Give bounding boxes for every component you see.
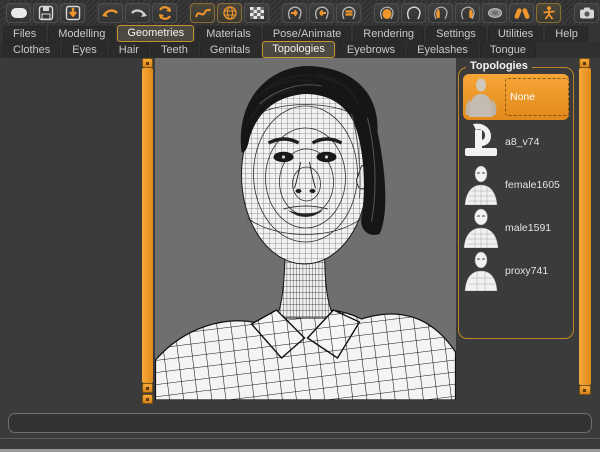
front-view-button[interactable] — [401, 3, 426, 23]
topology-item-label: a8_v74 — [505, 136, 539, 148]
redo-button[interactable] — [125, 3, 150, 23]
tab-genitals[interactable]: Genitals — [200, 42, 260, 58]
tab-hair[interactable]: Hair — [109, 42, 149, 58]
topology-item-label: female1605 — [505, 179, 560, 191]
topology-item-proxy741[interactable]: proxy741 — [463, 250, 569, 292]
rotate-group — [280, 3, 363, 23]
left-slider-bottom-button-1[interactable] — [142, 383, 153, 393]
main-tab-bar: Files Modelling Geometries Materials Pos… — [0, 25, 600, 42]
toggle-wireframe-button[interactable] — [217, 3, 242, 23]
topology-item-male1591[interactable]: male1591 — [463, 207, 569, 249]
left-slider-top-button[interactable] — [142, 58, 153, 68]
right-scrollbar-top-button[interactable] — [579, 58, 590, 68]
topology-item-female1605[interactable]: female1605 — [463, 164, 569, 206]
display-group — [188, 3, 271, 23]
viewport-left-slider[interactable] — [142, 68, 153, 383]
tab-rendering[interactable]: Rendering — [353, 26, 424, 42]
tab-files[interactable]: Files — [3, 26, 46, 42]
makehuman-window: ? Files Modelling Geometries Materials P… — [0, 0, 600, 452]
undo-icon — [101, 5, 121, 21]
toggle-subdivision-button[interactable] — [244, 3, 269, 23]
load-file-button[interactable] — [60, 3, 85, 23]
file-group — [4, 3, 87, 23]
rotate-right-button[interactable] — [282, 3, 307, 23]
hands-view-button[interactable] — [509, 3, 534, 23]
reset-view-button[interactable] — [336, 3, 361, 23]
right-scrollbar-bottom-button[interactable] — [579, 385, 591, 395]
wireframe-model — [155, 58, 456, 400]
tab-pose-animate[interactable]: Pose/Animate — [263, 26, 351, 42]
view-group — [372, 3, 563, 23]
tab-eyelashes[interactable]: Eyelashes — [407, 42, 478, 58]
save-file-button[interactable] — [33, 3, 58, 23]
grab-screen-button[interactable] — [574, 3, 599, 23]
face-view-icon — [377, 5, 397, 21]
tab-eyebrows[interactable]: Eyebrows — [337, 42, 405, 58]
right-side-view-button[interactable] — [455, 3, 480, 23]
toolbar: ? — [0, 0, 600, 25]
top-view-icon — [485, 5, 505, 21]
undo-group — [96, 3, 179, 23]
tab-modelling[interactable]: Modelling — [48, 26, 115, 42]
topology-thumbnail-none — [463, 77, 499, 117]
smooth-icon — [193, 5, 213, 21]
reset-mesh-button[interactable] — [152, 3, 177, 23]
tab-utilities[interactable]: Utilities — [488, 26, 543, 42]
topology-item-label: proxy741 — [505, 265, 548, 277]
load-icon — [63, 5, 83, 21]
top-view-button[interactable] — [482, 3, 507, 23]
new-file-icon — [9, 5, 29, 21]
workspace: Topologies None — [0, 58, 600, 408]
viewport-3d[interactable] — [155, 58, 456, 400]
body-view-icon — [539, 5, 559, 21]
right-side-view-icon — [458, 5, 478, 21]
topology-thumbnail-proxy741 — [463, 251, 499, 291]
topology-thumbnail-male1591 — [463, 208, 499, 248]
rotate-left-icon — [312, 5, 332, 21]
right-scrollbar[interactable] — [579, 68, 591, 385]
rotate-right-icon — [285, 5, 305, 21]
undo-button[interactable] — [98, 3, 123, 23]
topology-thumbnail-female1605 — [463, 165, 499, 205]
front-view-icon — [404, 5, 424, 21]
tab-clothes[interactable]: Clothes — [3, 42, 60, 58]
topology-item-a8-v74[interactable]: a8_v74 — [463, 121, 569, 163]
reset-view-icon — [339, 5, 359, 21]
left-side-view-button[interactable] — [428, 3, 453, 23]
new-file-button[interactable] — [6, 3, 31, 23]
face-view-button[interactable] — [374, 3, 399, 23]
topologies-panel: Topologies None — [458, 58, 576, 348]
tab-eyes[interactable]: Eyes — [62, 42, 106, 58]
sub-tab-bar: Clothes Eyes Hair Teeth Genitals Topolog… — [0, 42, 600, 58]
topology-list: None a8_v74 — [463, 74, 569, 293]
progress-bar — [8, 413, 592, 433]
reset-icon — [155, 5, 175, 21]
topology-item-label: None — [505, 78, 569, 116]
left-slider-bottom-button-2[interactable] — [142, 394, 153, 404]
camera-icon — [577, 5, 597, 21]
capture-group — [572, 3, 600, 23]
wireframe-icon — [220, 5, 240, 21]
tab-help[interactable]: Help — [545, 26, 588, 42]
redo-icon — [128, 5, 148, 21]
left-side-view-icon — [431, 5, 451, 21]
body-view-button[interactable] — [536, 3, 561, 23]
save-icon — [36, 5, 56, 21]
topology-item-label: male1591 — [505, 222, 551, 234]
hands-view-icon — [512, 5, 532, 21]
rotate-left-button[interactable] — [309, 3, 334, 23]
tab-teeth[interactable]: Teeth — [151, 42, 198, 58]
topology-thumbnail-a8-v74 — [463, 122, 499, 162]
tab-tongue[interactable]: Tongue — [480, 42, 536, 58]
tab-geometries[interactable]: Geometries — [117, 25, 194, 42]
topologies-panel-title: Topologies — [466, 60, 532, 72]
topology-item-none[interactable]: None — [463, 74, 569, 120]
checkerboard-icon — [247, 5, 267, 21]
toggle-smooth-button[interactable] — [190, 3, 215, 23]
tab-topologies[interactable]: Topologies — [262, 41, 335, 58]
tab-materials[interactable]: Materials — [196, 26, 261, 42]
tab-settings[interactable]: Settings — [426, 26, 486, 42]
